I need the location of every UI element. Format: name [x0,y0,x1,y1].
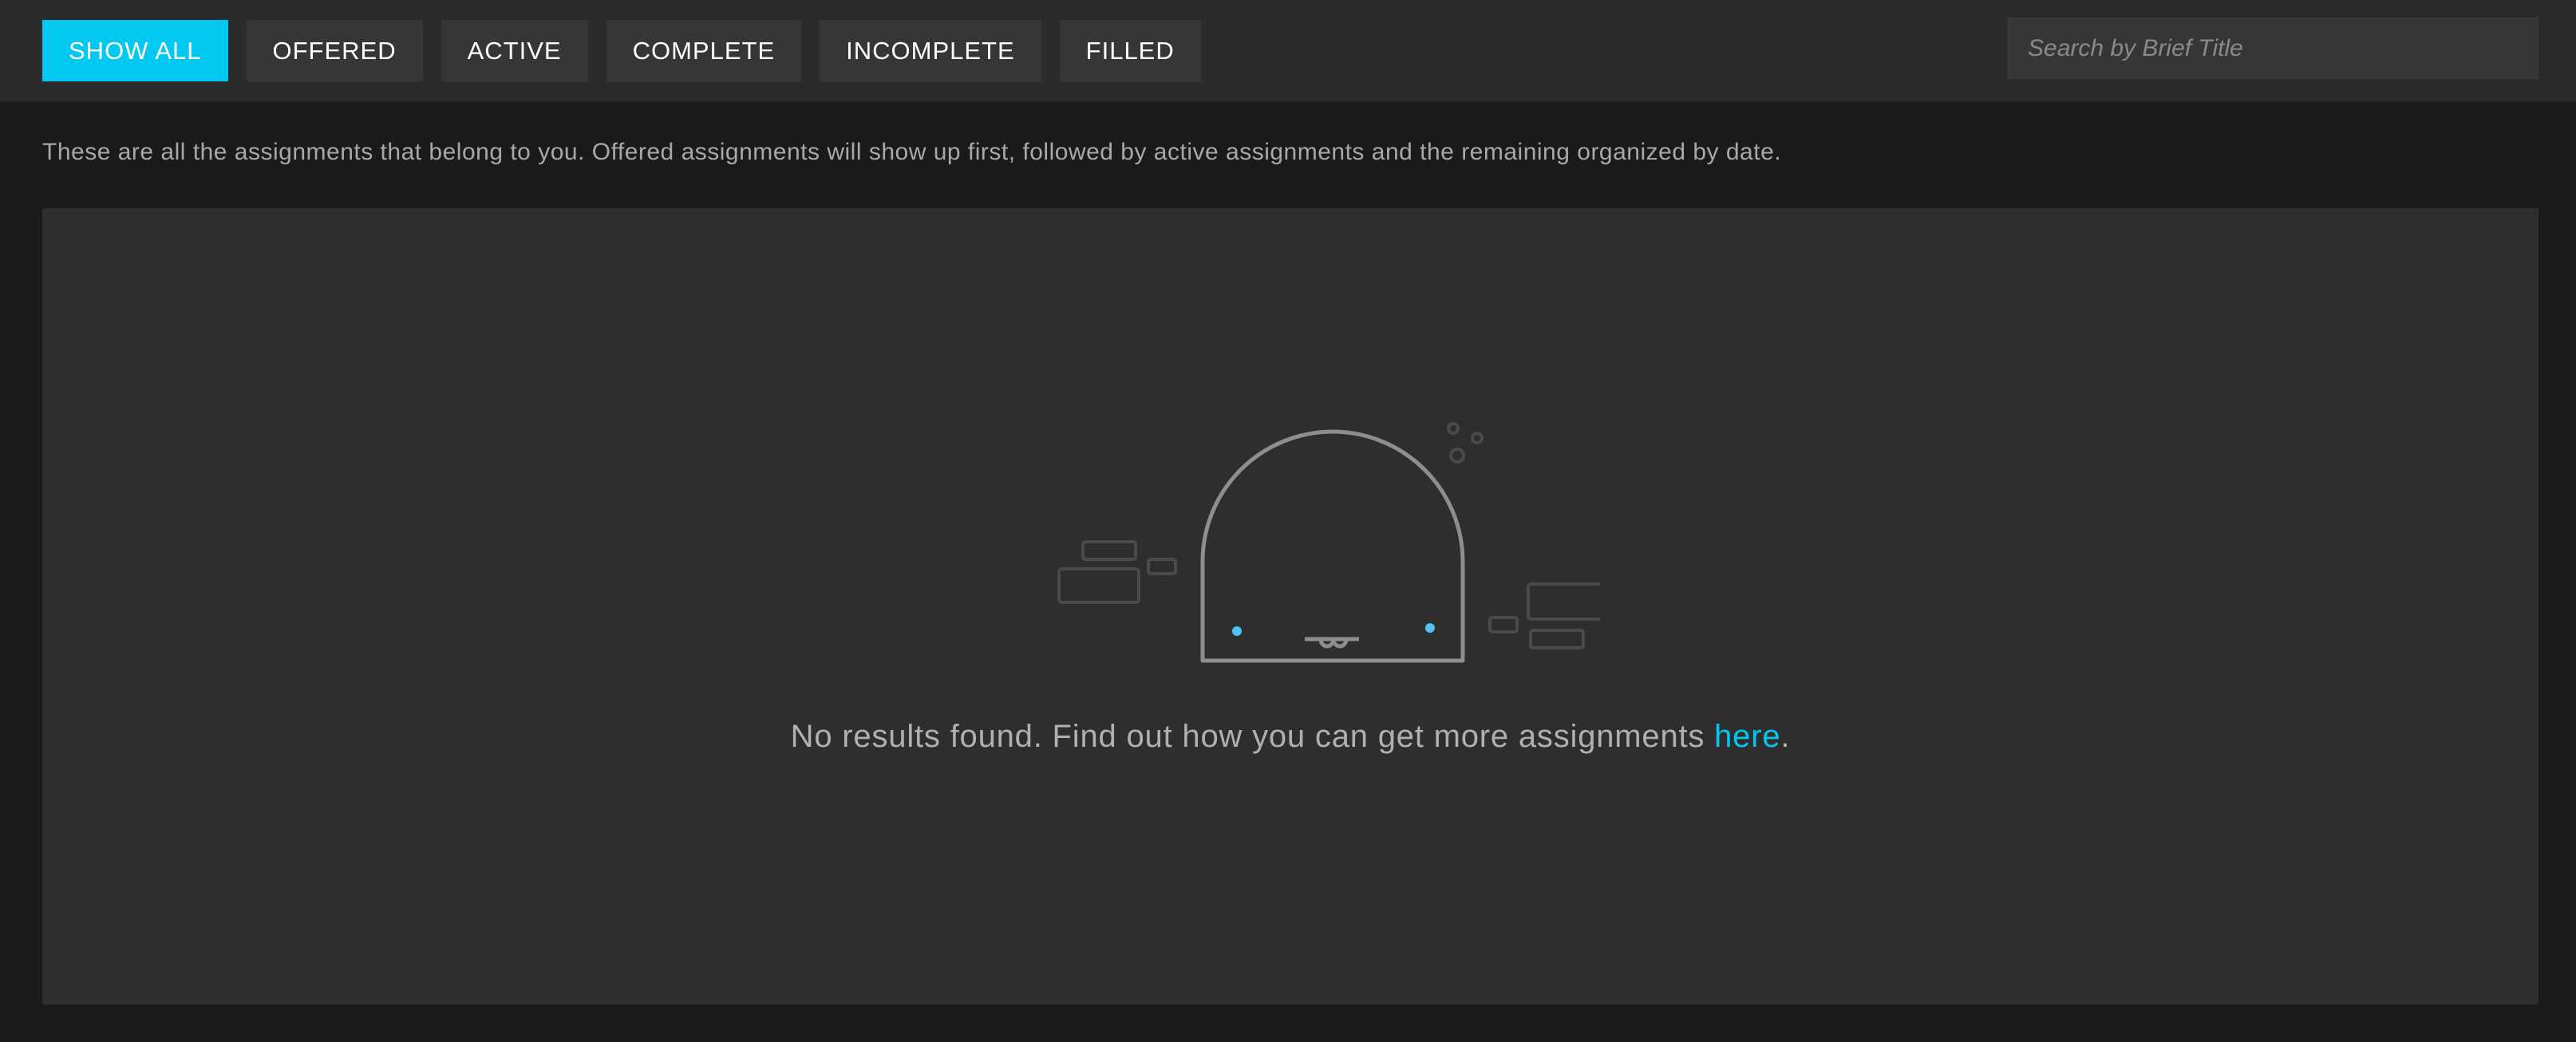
sleepy-ghost-icon [1057,422,1600,663]
filter-incomplete-button[interactable]: INCOMPLETE [820,20,1041,81]
filter-filled-button[interactable]: FILLED [1059,20,1201,81]
empty-state-period: . [1780,719,1791,754]
filter-button-group: SHOW ALL OFFERED ACTIVE COMPLETE INCOMPL… [42,20,1201,81]
empty-state-message: No results found. Find out how you can g… [42,719,2538,755]
filter-active-button[interactable]: ACTIVE [441,20,588,81]
filter-offered-button[interactable]: OFFERED [246,20,423,81]
get-more-assignments-link[interactable]: here [1714,719,1780,754]
intro-text: These are all the assignments that belon… [42,139,1782,165]
filter-show-all-button[interactable]: SHOW ALL [42,20,228,81]
search-input[interactable] [2008,18,2538,79]
filter-toolbar: SHOW ALL OFFERED ACTIVE COMPLETE INCOMPL… [0,0,2576,102]
empty-state-text: No results found. Find out how you can g… [790,719,1715,754]
filter-complete-button[interactable]: COMPLETE [606,20,802,81]
results-panel: No results found. Find out how you can g… [42,208,2538,1005]
